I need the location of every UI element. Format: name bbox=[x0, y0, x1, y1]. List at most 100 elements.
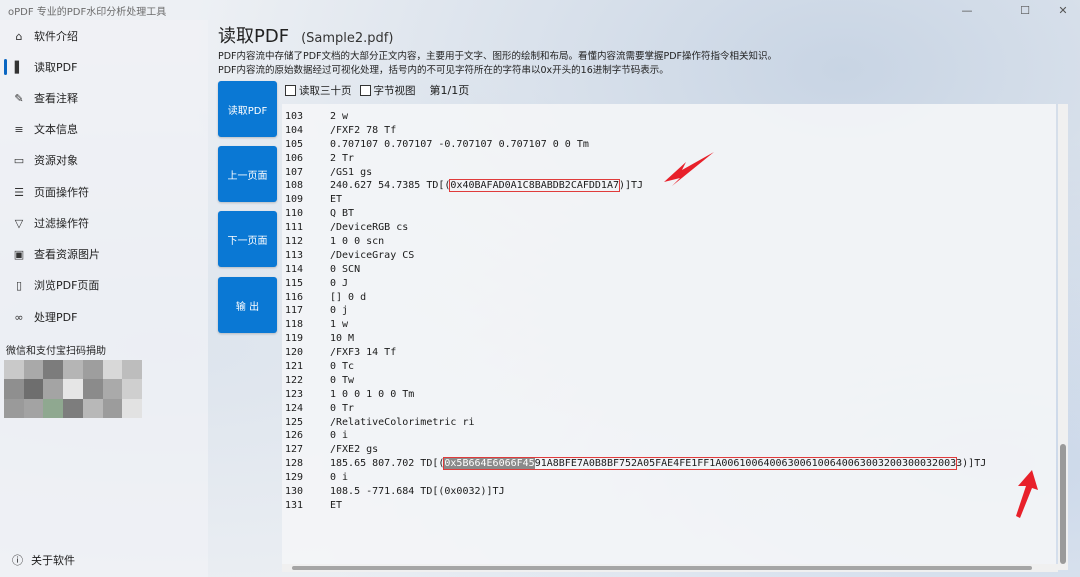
line-number: 112 bbox=[285, 236, 304, 248]
code-line: 113/DeviceGray CS bbox=[284, 249, 986, 263]
sidebar-item[interactable]: ≡ 文本信息 bbox=[0, 116, 208, 142]
code-line: 131 ET bbox=[284, 499, 986, 513]
sidebar-item[interactable]: ▌ 读取PDF bbox=[0, 54, 208, 80]
about-label: 关于软件 bbox=[31, 554, 75, 567]
sidebar-item[interactable]: ▭ 资源对象 bbox=[0, 147, 208, 173]
line-number: 105 bbox=[285, 138, 304, 150]
read-pdf-button[interactable]: 读取PDF bbox=[218, 81, 277, 137]
line-suffix: )]TJ bbox=[619, 180, 644, 192]
page-info: 第1/1页 bbox=[429, 84, 470, 97]
minimize-button[interactable]: — bbox=[944, 0, 990, 20]
line-number: 125 bbox=[285, 416, 304, 428]
line-text: /DeviceGray CS bbox=[330, 249, 415, 261]
code-line: 117 0 j bbox=[284, 304, 986, 318]
code-line: 106 2 Tr bbox=[284, 152, 986, 166]
highlighted-hex-string: 0x40BAFAD0A1C8BABDB2CAFDD1A7 bbox=[449, 179, 620, 193]
code-line: 109 ET bbox=[284, 193, 986, 207]
code-line: 111/DeviceRGB cs bbox=[284, 221, 986, 235]
file-name: (Sample2.pdf) bbox=[301, 31, 394, 46]
checkbox-box[interactable] bbox=[359, 84, 371, 96]
home-icon: ⌂ bbox=[15, 29, 23, 43]
line-text: 185.65 807.702 TD[(0x5B664E6066F4591A8BF… bbox=[330, 457, 986, 471]
vertical-scrollbar[interactable] bbox=[1058, 104, 1068, 570]
line-text: 0 i bbox=[330, 430, 349, 442]
donate-label: 微信和支付宝扫码捐助 bbox=[6, 346, 106, 357]
line-text: 1 w bbox=[330, 319, 349, 331]
sidebar-item[interactable]: ⌂ 软件介绍 bbox=[0, 23, 208, 49]
sidebar-item-label: 读取PDF bbox=[34, 61, 78, 74]
sidebar-item-label: 查看注释 bbox=[34, 92, 78, 105]
byte-view-checkbox[interactable]: 字节视图 bbox=[359, 83, 416, 98]
checkbox-box[interactable] bbox=[285, 84, 296, 96]
line-text: 1 0 0 scn bbox=[330, 236, 385, 248]
line-number: 110 bbox=[285, 208, 304, 220]
line-text: /GS1 gs bbox=[330, 166, 373, 178]
code-line: 108 240.627 54.7385 TD[(0x40BAFAD0A1C8BAB… bbox=[284, 179, 986, 193]
code-line: 129 0 i bbox=[284, 471, 986, 485]
sidebar-item-label: 软件介绍 bbox=[34, 30, 78, 43]
line-number: 131 bbox=[285, 499, 304, 511]
prev-page-button[interactable]: 上一页面 bbox=[218, 146, 277, 202]
sidebar-item[interactable]: ∞ 处理PDF bbox=[0, 304, 208, 330]
line-text: [] 0 d bbox=[330, 291, 367, 303]
sidebar-item-label: 过滤操作符 bbox=[34, 217, 89, 230]
line-prefix: 240.627 54.7385 TD[( bbox=[330, 180, 451, 192]
line-number: 113 bbox=[285, 249, 304, 261]
code-line: 124 0 Tr bbox=[284, 402, 986, 416]
line-text: /DeviceRGB cs bbox=[330, 222, 409, 234]
code-line: 112 1 0 0 scn bbox=[284, 235, 986, 249]
line-text: 240.627 54.7385 TD[(0x40BAFAD0A1C8BABDB2… bbox=[330, 179, 643, 193]
info-icon: ⓘ bbox=[12, 554, 23, 567]
line-text: 0 Tw bbox=[330, 374, 355, 386]
content-stream-text[interactable]: 103 2 w 104/FXF2 78 Tf 105 0.707107 0.707107… bbox=[284, 110, 986, 513]
close-button[interactable]: ✕ bbox=[1040, 0, 1080, 20]
line-text: 0.707107 0.707107 -0.707107 0.707107 0 0… bbox=[330, 138, 589, 150]
code-line: 122 0 Tw bbox=[284, 374, 986, 388]
sidebar-item[interactable]: ▣ 查看资源图片 bbox=[0, 241, 208, 267]
line-text: /FXE2 gs bbox=[330, 444, 379, 456]
scroll-thumb[interactable] bbox=[292, 566, 1032, 570]
sidebar-item[interactable]: ☰ 页面操作符 bbox=[0, 179, 208, 205]
options-bar: 读取三十页 字节视图 第1/1页 bbox=[285, 82, 469, 98]
sidebar-item[interactable]: ▯ 浏览PDF页面 bbox=[0, 272, 208, 298]
horizontal-scrollbar[interactable] bbox=[282, 564, 1058, 572]
line-text: 0 J bbox=[330, 277, 349, 289]
annotation-arrow-icon bbox=[664, 152, 714, 186]
line-text: ET bbox=[330, 194, 343, 206]
scroll-thumb[interactable] bbox=[1060, 444, 1066, 564]
line-number: 130 bbox=[285, 486, 304, 498]
annotation-icon: ✎ bbox=[14, 91, 24, 105]
annotation-arrow-icon bbox=[1016, 470, 1038, 518]
code-line: 128 185.65 807.702 TD[(0x5B664E6066F4591A… bbox=[284, 457, 986, 471]
next-page-button[interactable]: 下一页面 bbox=[218, 211, 277, 267]
description-line-1: PDF内容流中存储了PDF文档的大部分正文内容，主要用于文字、图形的绘制和布局。… bbox=[218, 51, 778, 62]
about-item[interactable]: ⓘ 关于软件 bbox=[0, 548, 208, 572]
code-line: 120/FXF3 14 Tf bbox=[284, 346, 986, 360]
code-line: 125/RelativeColorimetric ri bbox=[284, 416, 986, 430]
window-title: oPDF 专业的PDF水印分析处理工具 bbox=[8, 7, 167, 18]
line-text: 0 i bbox=[330, 472, 349, 484]
line-number: 103 bbox=[285, 111, 304, 122]
arrow-shape bbox=[664, 152, 714, 186]
export-button[interactable]: 输 出 bbox=[218, 277, 277, 333]
sidebar-item-label: 页面操作符 bbox=[34, 186, 89, 199]
line-text: Q BT bbox=[330, 208, 355, 220]
line-number: 106 bbox=[285, 152, 304, 164]
hex-text: 0x40BAFAD0A1C8BABDB2CAFDD1A7 bbox=[450, 180, 619, 192]
line-number: 119 bbox=[285, 333, 304, 345]
sidebar-item[interactable]: ✎ 查看注释 bbox=[0, 85, 208, 111]
line-text: ET bbox=[330, 499, 343, 511]
line-text: 1 0 0 1 0 0 Tm bbox=[330, 388, 415, 400]
code-line: 123 1 0 0 1 0 0 Tm bbox=[284, 388, 986, 402]
line-number: 121 bbox=[285, 361, 304, 373]
read-thirty-pages-checkbox[interactable]: 读取三十页 bbox=[285, 83, 352, 98]
code-line: 118 1 w bbox=[284, 318, 986, 332]
line-text: 2 Tr bbox=[330, 152, 355, 164]
line-text: 0 Tc bbox=[330, 361, 355, 373]
code-line: 116 [] 0 d bbox=[284, 291, 986, 305]
line-text: 108.5 -771.684 TD[(0x0032)]TJ bbox=[330, 486, 505, 498]
sidebar-item-label: 浏览PDF页面 bbox=[34, 279, 100, 292]
code-line: 127/FXE2 gs bbox=[284, 443, 986, 457]
line-number: 109 bbox=[285, 194, 304, 206]
sidebar-item[interactable]: ▽ 过滤操作符 bbox=[0, 210, 208, 236]
